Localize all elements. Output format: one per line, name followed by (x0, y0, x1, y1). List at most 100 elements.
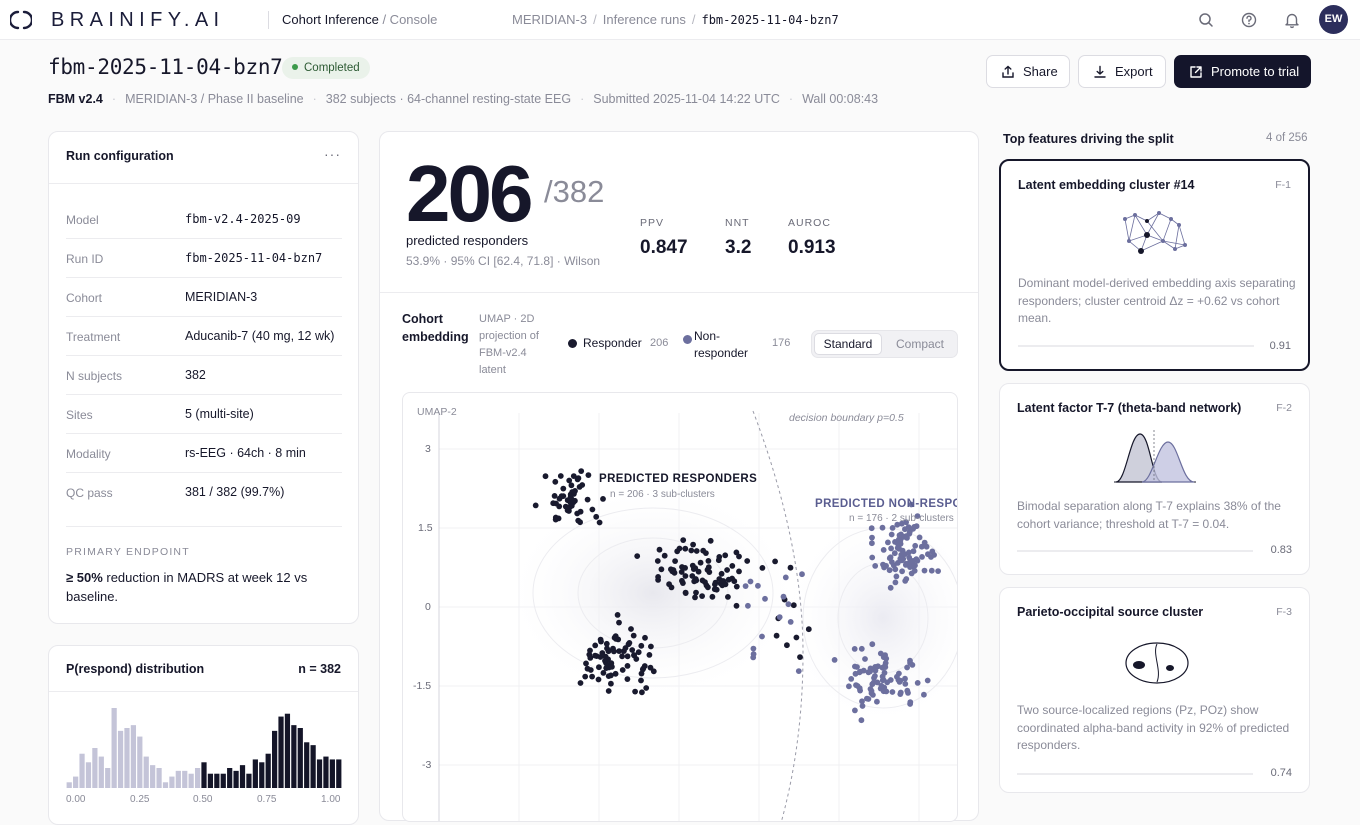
histogram-bar (124, 728, 130, 788)
legend-swatch (683, 335, 692, 344)
non-responder-point (914, 680, 921, 686)
confidence-interval: 53.9% · 95% CI [62.4, 71.8] · Wilson (406, 254, 601, 268)
responder-point (680, 580, 686, 586)
promote-to-trial-button[interactable]: Promote to trial (1174, 55, 1311, 88)
responder-point (613, 636, 619, 642)
non-responder-point (745, 602, 751, 609)
non-responder-point (853, 682, 859, 688)
non-responder-point (799, 571, 805, 578)
non-responder-point (889, 525, 896, 531)
x-tick-label: 0.25 (130, 794, 150, 805)
brand-name[interactable]: BRAINIFY.AI (51, 9, 225, 32)
responder-point (552, 478, 559, 485)
metric-label: PPV (640, 217, 665, 229)
breadcrumb: MERIDIAN-3/Inference runs / fbm-2025-11-04… (512, 12, 839, 27)
histogram-bar (207, 773, 214, 788)
metric-label: AUROC (788, 217, 831, 229)
search-icon[interactable] (1197, 11, 1215, 29)
responder-point (650, 668, 657, 675)
avatar[interactable]: EW (1319, 5, 1348, 34)
feature-description: Dominant model-derived embedding axis se… (1018, 276, 1296, 325)
responder-point (610, 645, 616, 652)
x-tick-label: 0.00 (66, 794, 86, 805)
responder-point (646, 652, 653, 658)
responder-point (605, 688, 612, 694)
feature-score-bar (1018, 345, 1254, 347)
responder-point (709, 593, 716, 600)
non-responder-point (887, 584, 894, 591)
feature-score-bar (1017, 773, 1253, 775)
bell-icon[interactable] (1283, 11, 1301, 29)
responder-point (679, 564, 685, 570)
histogram-bar (284, 713, 291, 788)
help-icon[interactable] (1240, 11, 1258, 29)
responder-point (705, 564, 712, 571)
histogram-bar (239, 765, 246, 788)
feature-card-f2[interactable]: Latent factor T-7 (theta-band network) F… (999, 383, 1310, 575)
responder-point (733, 583, 740, 590)
histogram-bar (169, 776, 175, 788)
responder-point (556, 503, 563, 510)
histogram-bar (297, 728, 303, 788)
responder-point (596, 664, 602, 671)
feature-card-f3[interactable]: Parieto-occipital source cluster F-3 Two… (999, 587, 1310, 793)
features-count: 4 of 256 (1266, 132, 1308, 144)
responder-point (592, 652, 598, 659)
histogram-bar (336, 759, 342, 788)
run-configuration-card: Run configuration ··· Model fbm-v2.4-2025… (48, 131, 359, 624)
breadcrumb-item-project[interactable]: MERIDIAN-3 (512, 12, 587, 27)
histogram-bar (175, 770, 181, 788)
responder-point (712, 579, 719, 586)
view-option-compact[interactable]: Compact (886, 333, 954, 355)
non-responder-point (888, 531, 895, 538)
histogram-bar (66, 782, 72, 788)
responder-point (596, 519, 603, 526)
export-button[interactable]: Export (1078, 55, 1166, 88)
non-responder-point (787, 619, 794, 625)
histogram-bar (265, 753, 271, 788)
non-responder-point (851, 646, 858, 652)
non-responder-point (928, 554, 934, 560)
status-dot (292, 64, 298, 70)
share-button[interactable]: Share (986, 55, 1070, 88)
histogram-bar (105, 768, 111, 788)
legend-non-responder[interactable]: Non-responder (683, 328, 764, 362)
primary-endpoint-label: PRIMARY ENDPOINT (66, 546, 190, 558)
legend-responder[interactable]: Responder (568, 336, 642, 350)
config-value: 382 (185, 368, 206, 382)
histogram-bar (246, 773, 252, 788)
network-graph-icon (1123, 211, 1187, 254)
embedding-title: Cohort embedding (402, 312, 469, 344)
cohort-total: /382 (544, 174, 605, 209)
responder-point (725, 594, 731, 600)
more-options-icon[interactable]: ··· (324, 146, 341, 162)
responder-point (661, 552, 668, 559)
histogram-bar (143, 756, 149, 788)
umap-scatter-plot[interactable]: UMAP-2 3 1.5 0 -1.5 -3 decision boundary… (402, 392, 958, 822)
histogram-bar (278, 716, 284, 788)
breadcrumb-item-runs[interactable]: Inference runs (603, 12, 686, 27)
endpoint-description: reduction in MADRS at week 12 vs baselin… (66, 570, 308, 604)
view-option-standard[interactable]: Standard (814, 333, 882, 355)
histogram-bar (98, 756, 104, 788)
non-responder-point (906, 554, 913, 561)
non-responder-point (891, 550, 898, 557)
non-responder-point (921, 691, 927, 698)
non-responder-point (869, 681, 876, 688)
histogram-bar (233, 770, 239, 788)
histogram-bar (111, 708, 117, 788)
histogram-bar (291, 725, 297, 788)
scatter-canvas (438, 410, 957, 821)
histogram-bar (310, 745, 316, 788)
non-responder-point (846, 683, 852, 690)
histogram-bar (85, 762, 92, 788)
responder-point (631, 652, 637, 658)
config-row-run-id: Run ID fbm-2025-11-04-bzn7 (66, 239, 342, 278)
brand-logo-icon[interactable] (10, 9, 32, 31)
responder-point (678, 569, 685, 575)
feature-card-f1[interactable]: Latent embedding cluster #14 F-1 Dominan… (999, 159, 1310, 371)
non-responder-point (776, 614, 783, 620)
config-key: Model (66, 213, 99, 227)
external-link-icon (1190, 66, 1202, 78)
non-responder-point (872, 667, 879, 674)
